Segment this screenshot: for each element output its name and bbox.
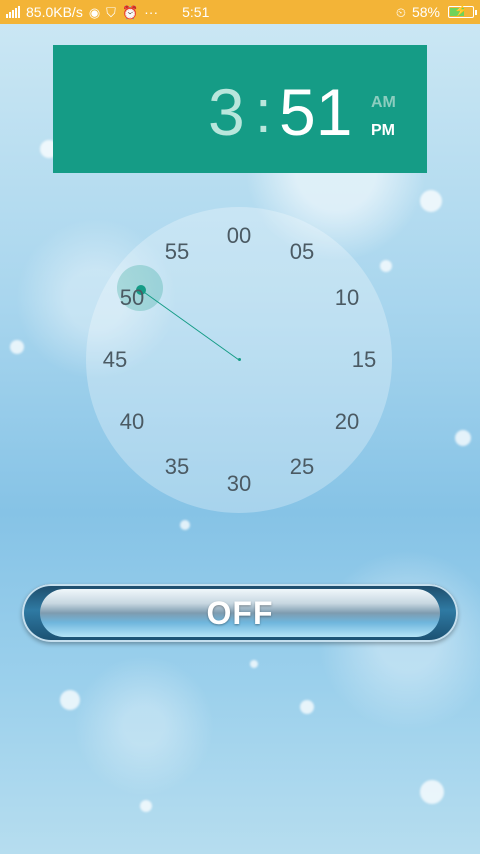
alarm-clock-icon: ⏰ [121,4,139,20]
status-time: 5:51 [182,4,210,20]
shield-icon: ⛉ [106,4,116,20]
more-dots: ··· [144,4,159,20]
battery-percent: 58% [411,4,440,20]
dial-number-40[interactable]: 40 [120,409,144,435]
status-bar: 85.0KB/s ◉ ⛉ ⏰ ··· 5:51 ⏲ 58% ⚡ [0,0,480,24]
status-left: 85.0KB/s ◉ ⛉ ⏰ ··· 5:51 [6,4,209,20]
app-icon: ◉ [88,4,101,20]
time-header: 3 : 51 AM PM [53,45,427,173]
dial-number-20[interactable]: 20 [335,409,359,435]
dial-number-45[interactable]: 45 [103,347,127,373]
status-right: ⏲ 58% ⚡ [395,4,477,20]
dial-number-10[interactable]: 10 [335,285,359,311]
battery-icon: ⚡ [448,5,477,18]
dial-number-05[interactable]: 05 [290,239,314,265]
am-toggle[interactable]: AM [371,94,396,112]
off-button-label: OFF [206,594,274,631]
dial-number-55[interactable]: 55 [165,239,189,265]
dial-number-30[interactable]: 30 [227,471,251,497]
dial-number-50[interactable]: 50 [120,285,144,311]
minute-dial[interactable]: 00 05 10 15 20 25 30 35 40 45 50 55 [86,207,392,513]
dial-number-15[interactable]: 15 [352,347,376,373]
dial-center [238,358,241,361]
signal-icon [6,6,20,18]
dial-number-35[interactable]: 35 [165,454,189,480]
off-button[interactable]: OFF [22,584,458,642]
dial-number-00[interactable]: 00 [227,223,251,249]
hour-display[interactable]: 3 [208,79,245,145]
dial-number-25[interactable]: 25 [290,454,314,480]
time-separator: : [255,78,272,145]
network-speed: 85.0KB/s [26,4,83,20]
pm-toggle[interactable]: PM [371,122,395,140]
minute-display[interactable]: 51 [279,79,352,145]
alarm-icon: ⏲ [395,4,406,20]
